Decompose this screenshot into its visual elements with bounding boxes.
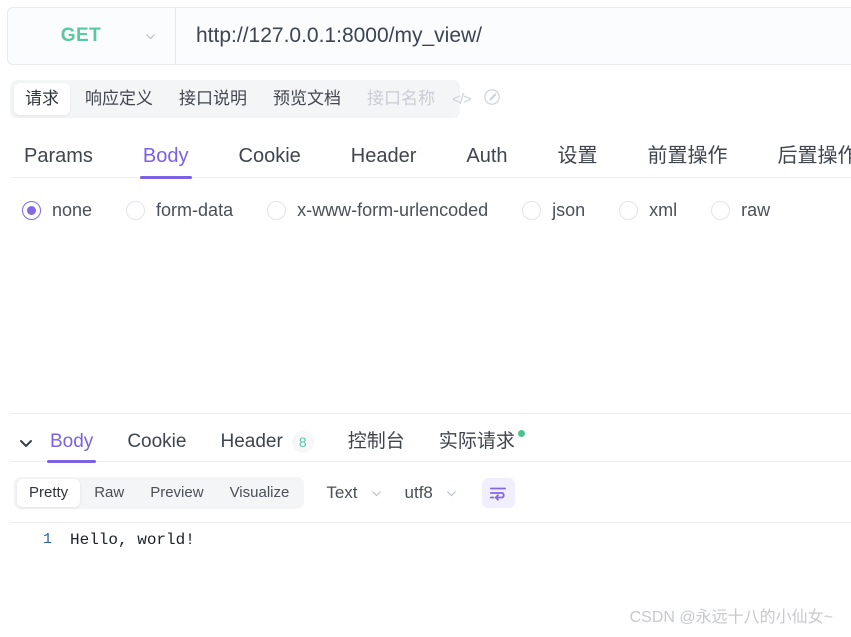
watermark-text: CSDN @永远十八的小仙女~: [629, 609, 833, 626]
chip-response-definition[interactable]: 响应定义: [74, 83, 164, 115]
radio-raw-indicator: [711, 201, 731, 220]
response-body-code[interactable]: 1 Hello, world!: [10, 522, 851, 575]
request-main-tabs: Params Body Cookie Header Auth 设置 前置操作 后…: [0, 132, 851, 179]
tab-settings[interactable]: 设置: [558, 139, 598, 178]
radio-form-data-label: form-data: [156, 200, 234, 220]
url-input[interactable]: [196, 24, 851, 48]
circle-edit-icon[interactable]: [483, 88, 501, 111]
view-mode-visualize[interactable]: Visualize: [218, 479, 302, 507]
request-body-editor-empty[interactable]: [0, 221, 851, 413]
view-mode-segmented-control: Pretty Raw Preview Visualize: [14, 477, 305, 509]
radio-urlencoded-indicator: [267, 201, 287, 220]
format-type-value: Text: [326, 483, 358, 502]
format-type-select[interactable]: Text: [326, 483, 382, 503]
response-tab-actual-request-label: 实际请求: [438, 431, 515, 452]
chip-icon-group: </>: [452, 88, 501, 111]
code-line-text: Hello, world!: [70, 531, 195, 549]
radio-json-label: json: [552, 200, 586, 220]
http-method-label: GET: [60, 25, 102, 46]
response-tab-header[interactable]: Header 8: [220, 431, 314, 462]
radio-json-indicator: [522, 201, 542, 220]
view-mode-pretty[interactable]: Pretty: [17, 479, 81, 507]
response-tab-cookie[interactable]: Cookie: [127, 431, 186, 462]
url-input-wrapper: [176, 8, 851, 64]
charset-value: utf8: [404, 483, 433, 502]
radio-form-data[interactable]: form-data: [126, 200, 233, 221]
tab-auth[interactable]: Auth: [466, 145, 507, 178]
tab-pre-operation[interactable]: 前置操作: [648, 139, 728, 178]
response-tab-console-label: 控制台: [347, 431, 405, 452]
tab-params[interactable]: Params: [24, 145, 93, 178]
tab-post-operation[interactable]: 后置操作: [778, 139, 851, 178]
radio-raw[interactable]: raw: [711, 200, 770, 221]
chevron-down-icon: [144, 30, 157, 43]
header-count-badge: 8: [291, 431, 314, 453]
radio-xml[interactable]: xml: [619, 200, 677, 221]
code-brackets-icon[interactable]: </>: [452, 91, 472, 108]
response-tab-console[interactable]: 控制台: [348, 426, 405, 462]
http-method-selector[interactable]: GET: [8, 8, 176, 64]
chevron-down-icon: [445, 487, 458, 500]
radio-xml-indicator: [619, 201, 639, 220]
chevron-down-icon: [370, 487, 383, 500]
response-tab-actual-request[interactable]: 实际请求: [439, 426, 525, 462]
radio-urlencoded[interactable]: x-www-form-urlencoded: [267, 200, 488, 221]
radio-xml-label: xml: [649, 200, 678, 220]
radio-json[interactable]: json: [522, 200, 585, 221]
word-wrap-toggle[interactable]: [481, 478, 515, 508]
chip-api-description[interactable]: 接口说明: [168, 83, 258, 115]
response-format-toolbar: Pretty Raw Preview Visualize Text utf8: [0, 476, 851, 510]
radio-none-label: none: [52, 200, 93, 220]
radio-raw-label: raw: [741, 200, 771, 220]
request-url-bar: GET: [7, 7, 851, 65]
chip-preview-doc[interactable]: 预览文档: [262, 83, 352, 115]
code-line-number: 1: [42, 531, 52, 548]
response-tab-header-label: Header: [220, 431, 283, 452]
radio-none-indicator: [22, 201, 41, 220]
tab-body[interactable]: Body: [139, 145, 192, 179]
request-section-chips: 请求 响应定义 接口说明 预览文档 接口名称 </>: [10, 80, 500, 118]
status-dot: [517, 430, 525, 437]
view-mode-raw[interactable]: Raw: [82, 479, 136, 507]
response-tab-cookie-label: Cookie: [127, 431, 187, 452]
radio-form-data-indicator: [126, 201, 146, 220]
response-tabs: Body Cookie Header 8 控制台 实际请求: [0, 414, 851, 463]
api-name-placeholder[interactable]: 接口名称: [356, 83, 446, 115]
chevron-down-icon[interactable]: [16, 433, 36, 453]
chip-request[interactable]: 请求: [14, 83, 70, 115]
response-tab-body[interactable]: Body: [46, 431, 97, 463]
word-wrap-icon: [488, 484, 508, 502]
tab-cookie[interactable]: Cookie: [239, 145, 301, 178]
radio-none[interactable]: none: [22, 200, 92, 221]
body-type-radio-group: none form-data x-www-form-urlencoded jso…: [0, 200, 851, 221]
tab-header[interactable]: Header: [351, 145, 417, 178]
radio-urlencoded-label: x-www-form-urlencoded: [297, 200, 489, 220]
response-tab-body-label: Body: [50, 431, 94, 452]
charset-select[interactable]: utf8: [405, 483, 458, 503]
view-mode-preview[interactable]: Preview: [138, 479, 215, 507]
